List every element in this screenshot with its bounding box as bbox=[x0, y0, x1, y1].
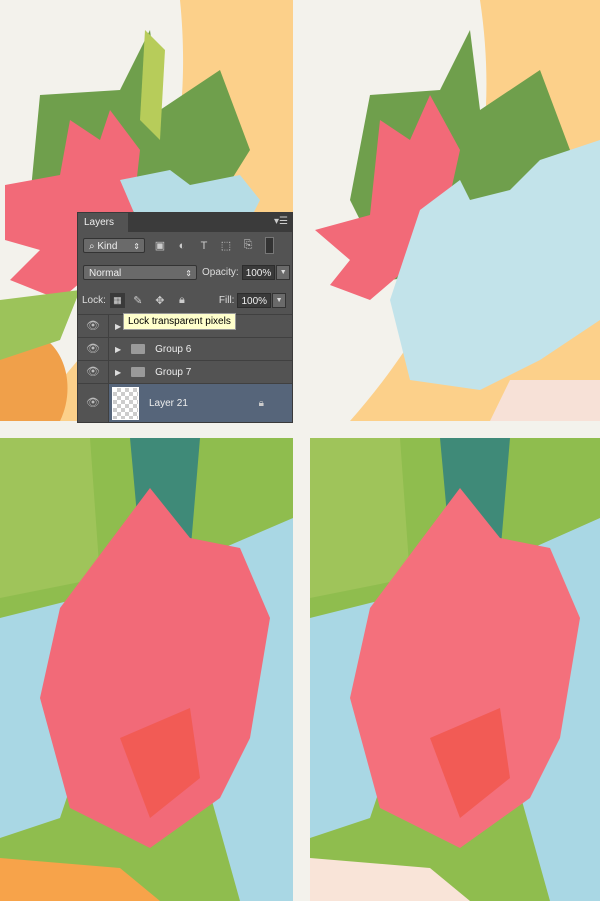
layers-tab[interactable]: Layers bbox=[78, 213, 128, 232]
opacity-dropdown[interactable]: ▼ bbox=[276, 265, 291, 280]
tooltip: Lock transparent pixels bbox=[123, 313, 236, 330]
lock-transparent-icon[interactable]: ▦ bbox=[109, 293, 125, 308]
opacity-input[interactable]: 100% bbox=[241, 265, 276, 280]
filter-kind-select[interactable]: ⌕ Kind ⇕ bbox=[83, 238, 145, 253]
lock-label: Lock: bbox=[82, 295, 106, 306]
type-filter-icon[interactable]: T bbox=[197, 240, 211, 252]
lock-position-icon[interactable]: ✥ bbox=[153, 294, 167, 307]
eye-icon[interactable]: 👁︎ bbox=[78, 361, 109, 383]
fill-input[interactable]: 100% bbox=[237, 293, 272, 308]
fill-dropdown[interactable]: ▼ bbox=[272, 293, 287, 308]
eye-icon[interactable]: 👁︎ bbox=[78, 384, 109, 422]
shape-filter-icon[interactable]: ⬚ bbox=[219, 239, 233, 252]
lock-icon: 🔒︎ bbox=[258, 397, 264, 409]
folder-icon bbox=[131, 367, 146, 377]
image-filter-icon[interactable]: ▣ bbox=[153, 239, 167, 252]
artwork-zoom-before bbox=[0, 438, 293, 901]
fill-label: Fill: bbox=[218, 295, 235, 306]
blend-mode-select[interactable]: Normal ⇕ bbox=[83, 265, 197, 280]
expand-triangle-icon[interactable]: ▶ bbox=[115, 345, 121, 354]
layer-row-selected[interactable]: 👁︎ Layer 21 🔒︎ bbox=[78, 383, 292, 422]
smart-object-filter-icon[interactable]: ⎘ bbox=[241, 239, 255, 252]
layer-row[interactable]: 👁︎ ▶ Group 7 bbox=[78, 360, 292, 383]
adjustment-filter-icon[interactable]: ◐ bbox=[175, 240, 189, 252]
eye-icon[interactable]: 👁︎ bbox=[78, 338, 109, 360]
panel-menu-icon[interactable]: ▾☰ bbox=[274, 216, 288, 227]
lock-all-icon[interactable]: 🔒︎ bbox=[175, 294, 189, 307]
expand-triangle-icon[interactable]: ▶ bbox=[115, 368, 121, 377]
lock-image-icon[interactable]: ✎ bbox=[131, 294, 145, 307]
artwork-zoom-after bbox=[310, 438, 600, 901]
filter-toggle[interactable] bbox=[265, 237, 274, 254]
eye-icon[interactable]: 👁︎ bbox=[78, 315, 109, 337]
expand-triangle-icon[interactable]: ▶ bbox=[115, 322, 121, 331]
layer-row[interactable]: 👁︎ ▶ Group 6 bbox=[78, 337, 292, 360]
artwork-after-lock bbox=[310, 0, 600, 421]
opacity-label: Opacity: bbox=[202, 267, 239, 278]
layer-thumbnail bbox=[112, 386, 139, 420]
folder-icon bbox=[131, 344, 146, 354]
